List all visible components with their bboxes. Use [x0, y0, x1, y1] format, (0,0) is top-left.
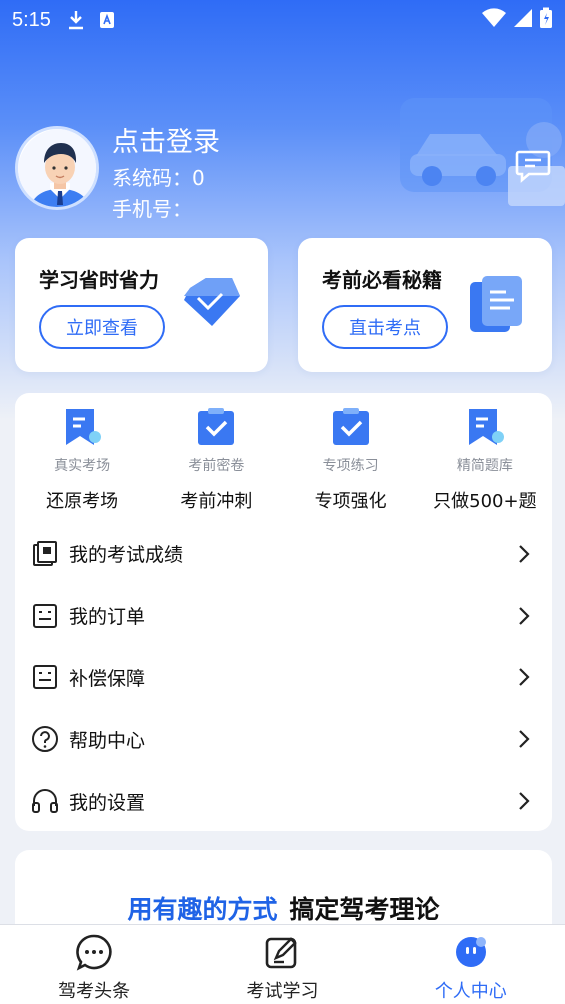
- chevron-right-icon: [516, 606, 532, 626]
- tab-personal-center[interactable]: 个人中心: [377, 925, 565, 1004]
- menu-item-exam-scores[interactable]: 我的考试成绩: [15, 523, 552, 585]
- quick-item-real-exam[interactable]: 真实考场 还原考场: [15, 407, 149, 517]
- menu-label: 我的设置: [69, 791, 146, 814]
- menu-item-settings[interactable]: 我的设置: [15, 770, 552, 832]
- message-icon: [515, 149, 551, 187]
- order-icon: [31, 602, 59, 630]
- quick-item-label: 只做500+题: [433, 491, 537, 512]
- signal-icon: [513, 8, 533, 32]
- menu-item-orders[interactable]: 我的订单: [15, 585, 552, 647]
- keyboard-a-icon: [99, 11, 115, 29]
- guarantee-icon: [31, 663, 59, 691]
- edit-icon: [263, 933, 301, 971]
- chevron-right-icon: [516, 729, 532, 749]
- chevron-right-icon: [516, 791, 532, 811]
- quick-item-label: 考前冲刺: [180, 491, 253, 512]
- menu-item-guarantee[interactable]: 补偿保障: [15, 647, 552, 709]
- menu-list: 我的考试成绩 我的订单 补偿保障 帮助中心 我的设置: [15, 523, 552, 832]
- banner-slogan: 搞定驾考理论: [289, 895, 440, 924]
- menu-item-help-center[interactable]: 帮助中心: [15, 708, 552, 770]
- banner-text: 用有趣的方式 搞定驾考理论: [15, 890, 552, 926]
- login-title[interactable]: 点击登录: [112, 120, 220, 159]
- tab-driving-news[interactable]: 驾考头条: [0, 925, 188, 1004]
- status-bar: 5:15: [0, 0, 565, 40]
- phone-number: 手机号：: [112, 197, 192, 221]
- promo-title: 学习省时省力: [39, 268, 159, 292]
- tab-label: 考试学习: [246, 981, 319, 1002]
- promo-card-study: 学习省时省力 立即查看: [15, 238, 268, 372]
- quick-actions: 真实考场 还原考场 考前密卷 考前冲刺 专项练习 专项强化 精简题库 只做500…: [15, 407, 552, 517]
- chevron-right-icon: [516, 544, 532, 564]
- banner-highlight: 用有趣的方式: [127, 895, 278, 924]
- quick-item-sub: 精简题库: [456, 458, 513, 474]
- tab-label: 个人中心: [434, 981, 507, 1002]
- view-now-button[interactable]: 立即查看: [39, 305, 165, 349]
- document-icon: [468, 274, 526, 338]
- diamond-icon: [180, 274, 242, 336]
- tab-label: 驾考头条: [58, 981, 131, 1002]
- quick-item-label: 专项强化: [314, 491, 387, 512]
- chat-icon: [75, 933, 113, 971]
- avatar[interactable]: [15, 126, 99, 210]
- menu-label: 补偿保障: [69, 667, 146, 690]
- wifi-icon: [481, 8, 507, 32]
- scores-icon: [31, 540, 59, 568]
- battery-icon: [539, 7, 553, 33]
- chevron-right-icon: [516, 667, 532, 687]
- status-time: 5:15: [12, 8, 51, 31]
- help-icon: [31, 725, 59, 753]
- key-points-button[interactable]: 直击考点: [322, 305, 448, 349]
- quick-item-question-bank[interactable]: 精简题库 只做500+题: [418, 407, 552, 517]
- clipboard-check-icon: [196, 407, 236, 447]
- quick-item-special-practice[interactable]: 专项练习 专项强化: [284, 407, 418, 517]
- quick-item-sub: 考前密卷: [188, 458, 245, 474]
- bookmark-icon: [62, 407, 102, 447]
- menu-label: 帮助中心: [69, 729, 146, 752]
- message-button[interactable]: [510, 145, 556, 191]
- features-card: 真实考场 还原考场 考前密卷 考前冲刺 专项练习 专项强化 精简题库 只做500…: [15, 393, 552, 831]
- quick-item-label: 还原考场: [46, 491, 119, 512]
- quick-item-sub: 专项练习: [322, 458, 379, 474]
- bottom-tab-bar: 驾考头条 考试学习 个人中心: [0, 924, 565, 1004]
- menu-label: 我的考试成绩: [69, 544, 184, 567]
- promo-title: 考前必看秘籍: [322, 268, 442, 292]
- clipboard-check-icon: [331, 407, 371, 447]
- system-code: 系统码：0: [112, 166, 205, 190]
- download-icon: [67, 10, 85, 30]
- profile-icon: [452, 933, 490, 971]
- quick-item-sub: 真实考场: [54, 458, 111, 474]
- quick-item-mock-paper[interactable]: 考前密卷 考前冲刺: [149, 407, 283, 517]
- headset-icon: [31, 787, 59, 815]
- tab-exam-study[interactable]: 考试学习: [188, 925, 376, 1004]
- menu-label: 我的订单: [69, 606, 146, 629]
- promo-card-secrets: 考前必看秘籍 直击考点: [298, 238, 552, 372]
- bookmark-icon: [465, 407, 505, 447]
